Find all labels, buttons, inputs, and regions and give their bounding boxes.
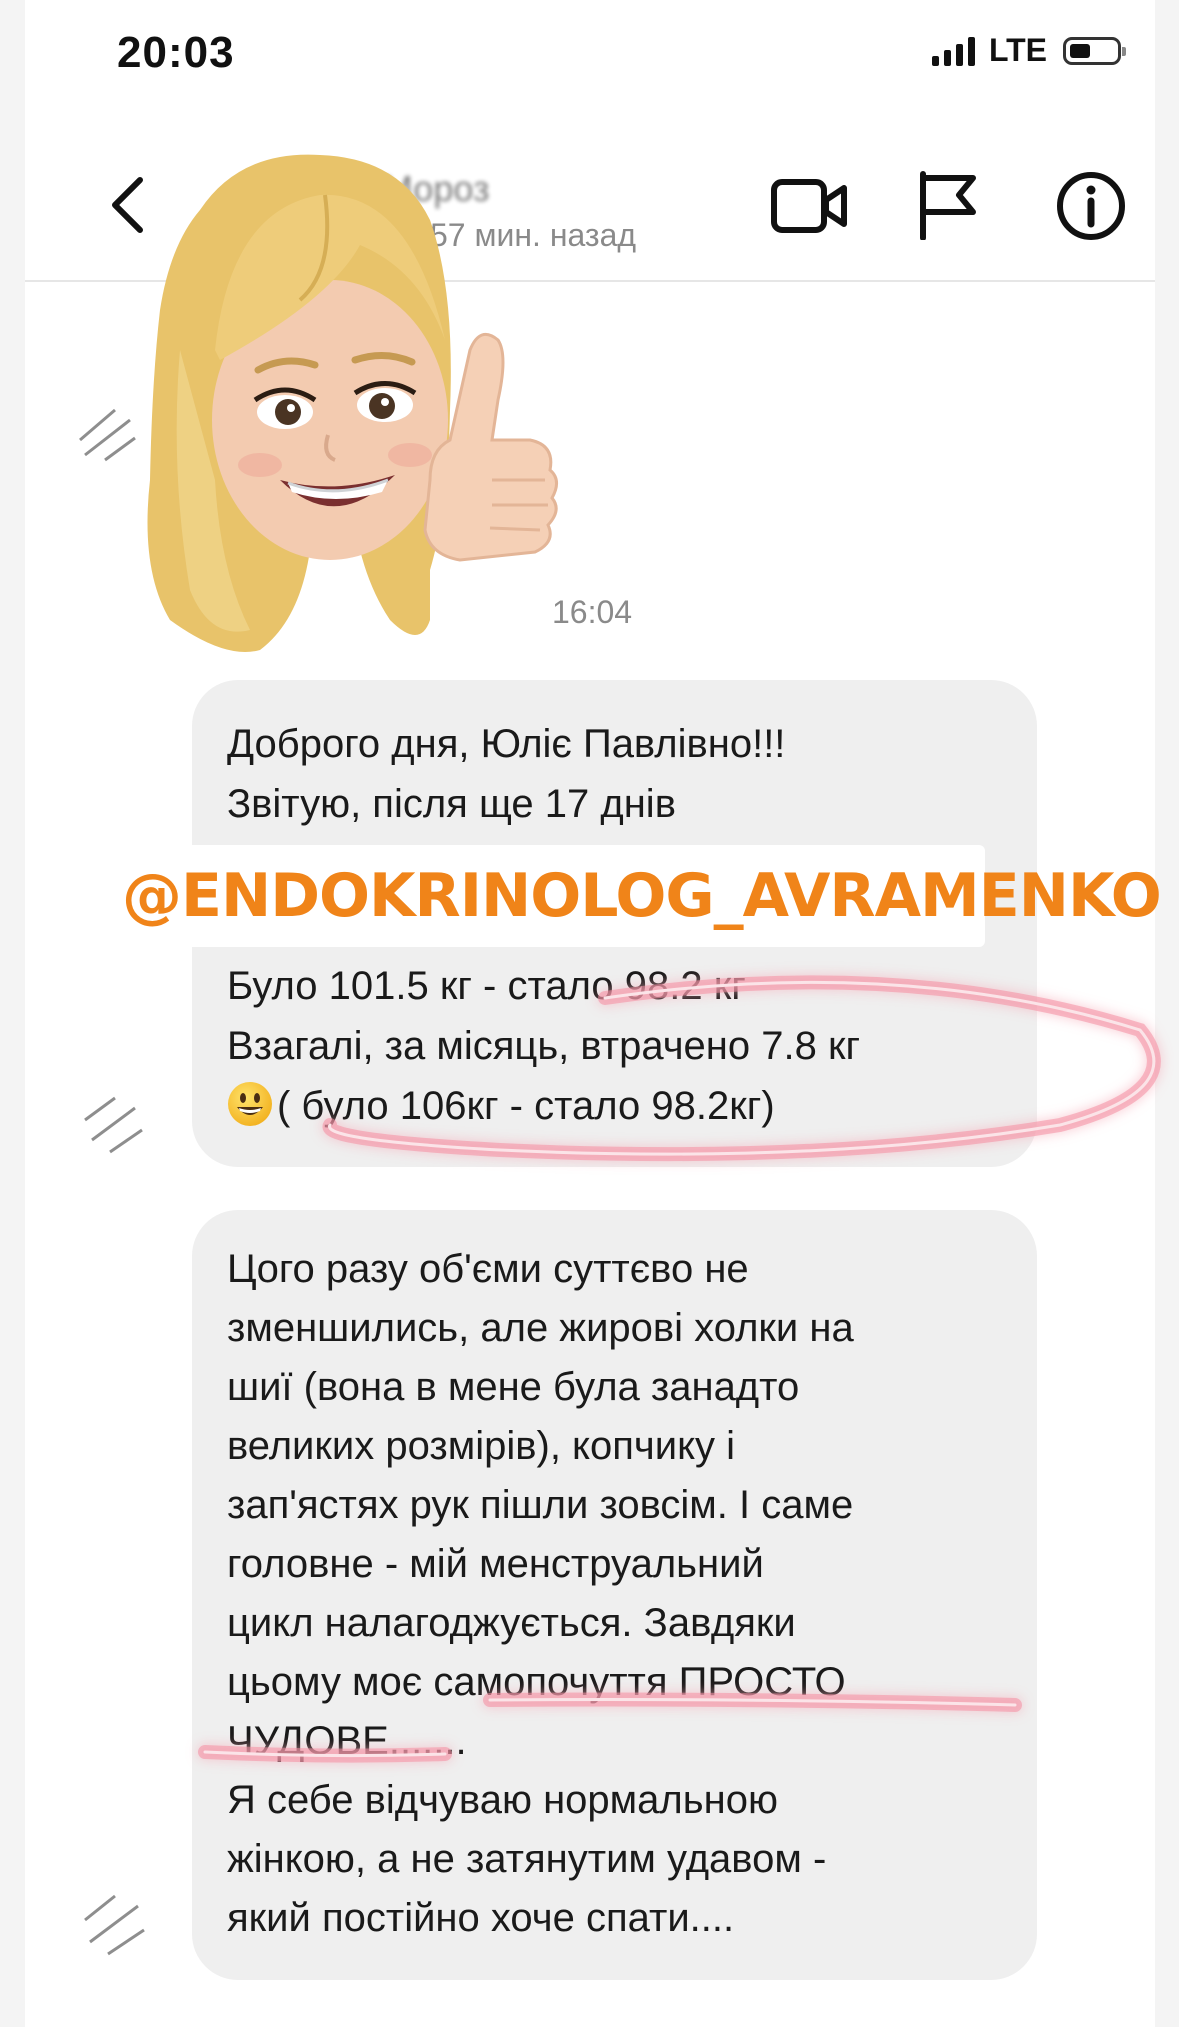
sticker-timestamp: 16:04 xyxy=(552,594,633,630)
grinning-face-emoji-icon xyxy=(228,1082,272,1126)
redacted-avatar-icon xyxy=(84,1894,145,1956)
flag-icon[interactable] xyxy=(915,170,979,240)
watermark-label: @ENDOKRINOLOG_AVRAMENKO xyxy=(110,845,1162,947)
message-line: Було 101.5 кг - стало 98.2 кг xyxy=(227,964,746,1008)
message-line: який постійно хоче спати.... xyxy=(227,1896,735,1940)
network-label: LTE xyxy=(988,32,1047,68)
battery-icon xyxy=(1063,36,1126,65)
memoji-thumbs-up-sticker[interactable] xyxy=(130,150,580,660)
message-line: цикл налагоджується. Завдяки xyxy=(227,1601,796,1645)
weight-total-text: ( було 106кг - стало 98.2кг) xyxy=(277,1084,775,1128)
message-line: Звітую, після ще 17 днів xyxy=(227,782,676,826)
message-line: жінкою, а не затянутим удавом - xyxy=(227,1837,827,1881)
info-icon[interactable] xyxy=(1055,170,1127,242)
video-call-icon[interactable] xyxy=(770,174,850,238)
signal-icon xyxy=(931,36,975,66)
status-indicators: LTE xyxy=(931,32,1126,69)
message-line: Цого разу об'єми суттєво не xyxy=(227,1247,749,1291)
redacted-avatar-icon xyxy=(84,1096,143,1154)
message-line: великих розмірів), копчику і xyxy=(227,1424,736,1468)
redacted-avatar-icon xyxy=(79,408,136,462)
message-line: ( було 106кг - стало 98.2кг) xyxy=(227,1077,775,1136)
message-line: шиї (вона в мене була занадто xyxy=(227,1365,800,1409)
message-line: Я себе відчуваю нормальною xyxy=(227,1778,778,1822)
status-time: 20:03 xyxy=(117,28,235,77)
battery-fill xyxy=(1070,43,1090,58)
message-line: головне - мій менструальний xyxy=(227,1542,764,1586)
message-bubble-wellbeing[interactable]: Цого разу об'єми суттєво не зменшились, … xyxy=(192,1210,1037,1980)
message-line: зап'ястях рук пішли зовсім. І саме xyxy=(227,1483,854,1527)
message-line: ЧУДОВЕ....... xyxy=(227,1719,467,1763)
message-line: Взагалі, за місяць, втрачено 7.8 кг xyxy=(227,1024,861,1068)
message-line: Доброго дня, Юліє Павлівно!!! xyxy=(227,722,786,766)
message-line: зменшились, але жирові холки на xyxy=(227,1306,854,1350)
message-line: цьому моє самопочуття ПРОСТО xyxy=(227,1660,846,1704)
